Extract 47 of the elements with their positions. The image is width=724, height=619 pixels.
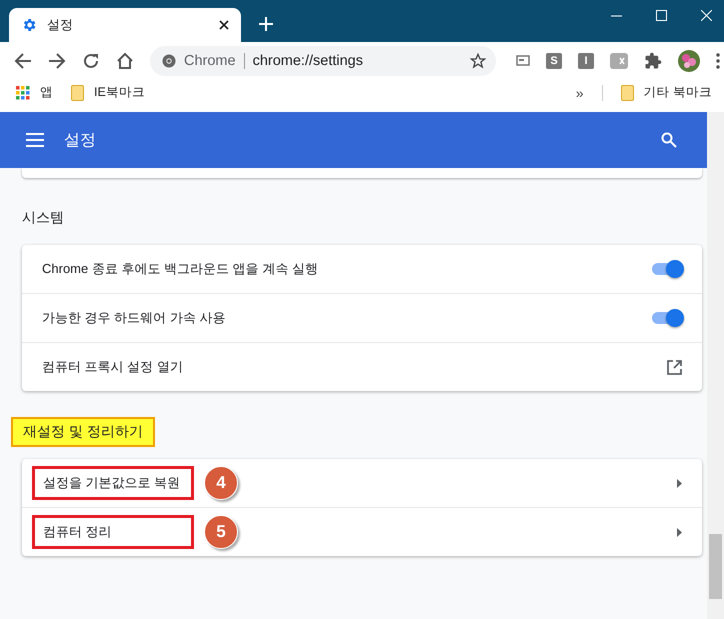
url-text: chrome://settings [252, 53, 363, 69]
home-icon[interactable] [116, 52, 134, 70]
menu-icon[interactable] [716, 53, 720, 69]
folder-icon [71, 84, 84, 100]
menu-icon[interactable] [26, 133, 44, 147]
address-bar[interactable]: Chrome chrome://settings [150, 46, 496, 76]
close-icon[interactable] [701, 10, 712, 21]
star-icon[interactable] [470, 53, 486, 69]
puzzle-icon[interactable] [644, 52, 662, 70]
arrow-right-icon[interactable] [677, 478, 682, 488]
setting-label: Chrome 종료 후에도 백그라운드 앱을 계속 실행 [42, 260, 318, 278]
forward-icon[interactable] [48, 52, 66, 70]
setting-label: 설정을 기본값으로 복원 [32, 466, 194, 500]
setting-label: 컴퓨터 프록시 설정 열기 [42, 358, 183, 376]
settings-icon [21, 17, 37, 33]
maximize-icon[interactable] [656, 10, 667, 21]
setting-label: 가능한 경우 하드웨어 가속 사용 [42, 309, 226, 327]
setting-label: 컴퓨터 정리 [32, 515, 194, 549]
profile-avatar[interactable] [678, 50, 700, 72]
chrome-icon [162, 54, 176, 68]
close-tab-icon[interactable] [219, 20, 229, 30]
bookmark-item[interactable]: 기타 북마크 [620, 84, 712, 101]
reload-icon[interactable] [82, 52, 100, 70]
browser-tab[interactable]: 설정 [9, 8, 241, 42]
back-icon[interactable] [14, 52, 32, 70]
tab-title: 설정 [47, 16, 73, 34]
external-link-icon[interactable] [667, 360, 682, 374]
step-badge: 5 [204, 515, 238, 549]
extension-icon[interactable] [516, 55, 530, 67]
arrow-right-icon[interactable] [677, 528, 682, 536]
section-title: 재설정 및 정리하기 [11, 417, 155, 447]
toggle-switch[interactable] [652, 263, 682, 275]
section-title: 시스템 [22, 208, 65, 227]
extension-icon[interactable]: I [578, 53, 594, 69]
page-title: 설정 [64, 130, 96, 150]
step-badge: 4 [204, 466, 238, 500]
bookmark-item[interactable]: IE북마크 [71, 84, 145, 101]
apps-icon [16, 86, 30, 100]
search-icon[interactable] [661, 132, 677, 148]
scrollbar[interactable] [707, 112, 724, 619]
extension-icon[interactable]: S [546, 53, 562, 69]
more-bookmarks-button[interactable]: » [576, 84, 584, 100]
toggle-switch[interactable] [652, 312, 682, 324]
bookmark-item[interactable]: 앱 [16, 84, 53, 101]
new-tab-icon[interactable] [259, 17, 273, 31]
folder-icon [620, 84, 634, 100]
site-label: Chrome [184, 53, 236, 69]
